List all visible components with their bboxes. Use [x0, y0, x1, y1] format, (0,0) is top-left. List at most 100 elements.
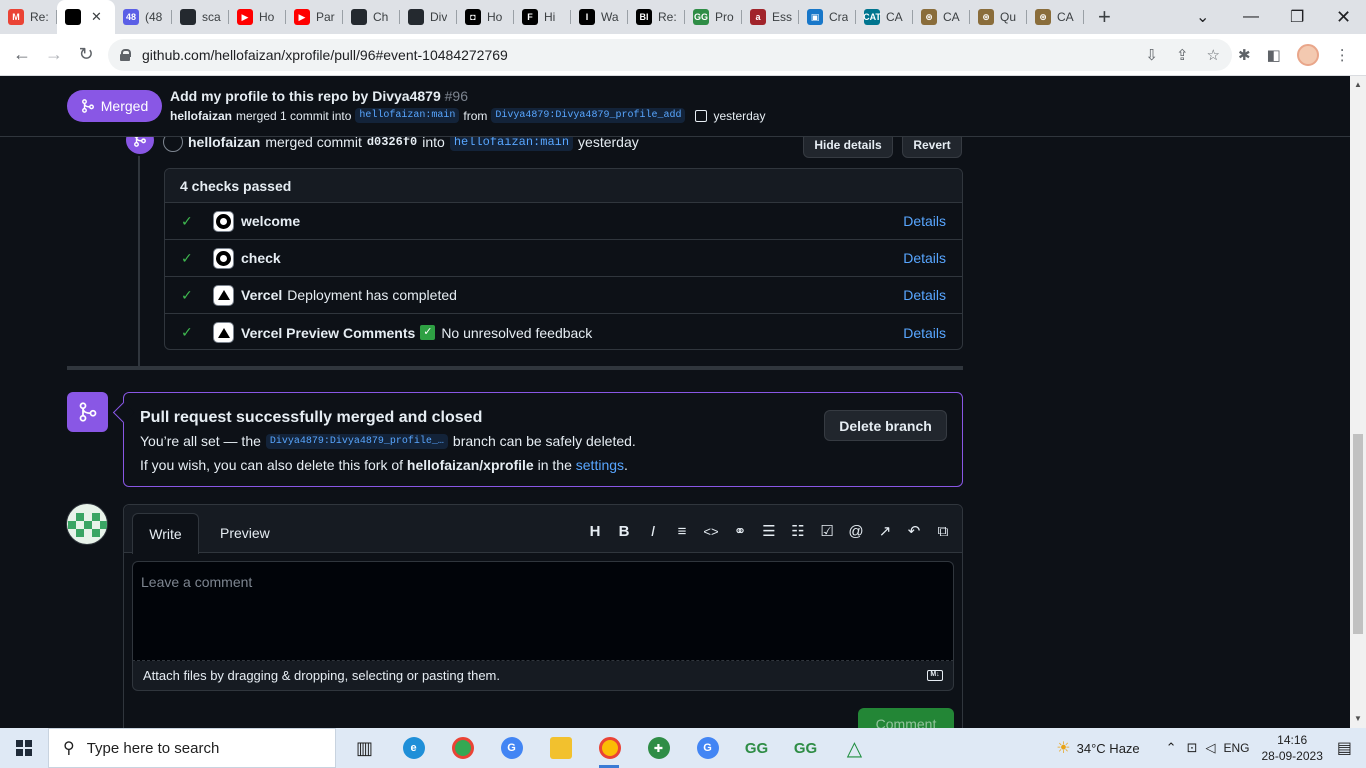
browser-tab[interactable]: M Re: — [0, 0, 57, 34]
browser-tab[interactable]: ▶ Par — [286, 0, 343, 34]
chrome-profile-icon[interactable] — [438, 728, 487, 768]
side-panel-icon[interactable]: ◧ — [1267, 46, 1281, 64]
bold-icon[interactable]: B — [615, 523, 633, 540]
geeksforgeeks-icon[interactable]: GG — [732, 728, 781, 768]
browser-tab[interactable]: 48 (48 — [115, 0, 172, 34]
attach-files-bar[interactable]: Attach files by dragging & dropping, sel… — [132, 661, 954, 691]
github-app-icon[interactable] — [213, 247, 234, 269]
check-row: ✓ check Details — [165, 240, 962, 277]
new-tab-button[interactable]: + — [1098, 4, 1111, 30]
browser-tab[interactable]: ⊛ Qu — [970, 0, 1027, 34]
back-icon[interactable]: ← — [6, 44, 38, 65]
browser-tab[interactable]: ▶ Ho — [229, 0, 286, 34]
undo-icon[interactable]: ↶ — [905, 522, 923, 540]
copy-icon[interactable] — [695, 109, 708, 122]
tab-search-icon[interactable]: ⌄ — [1196, 0, 1209, 34]
network-icon[interactable]: ⊡ — [1187, 740, 1198, 756]
bookmark-star-icon[interactable]: ☆ — [1207, 46, 1220, 64]
address-bar[interactable]: github.com/hellofaizan/xprofile/pull/96#… — [108, 39, 1232, 71]
close-window-icon[interactable]: ✕ — [1336, 0, 1351, 34]
notifications-icon[interactable]: ▤ — [1337, 738, 1352, 758]
reference-icon[interactable]: ↗ — [876, 522, 894, 540]
tab-title: CA — [886, 10, 903, 24]
edge-icon[interactable]: e — [389, 728, 438, 768]
google-drive-icon[interactable]: △ — [830, 728, 879, 768]
pr-title[interactable]: Add my profile to this repo by Divya4879… — [170, 88, 468, 104]
extensions-icon[interactable]: ✱ — [1238, 46, 1251, 64]
menu-icon[interactable]: ⋮ — [1335, 46, 1350, 64]
vercel-app-icon[interactable] — [213, 284, 234, 306]
google-icon[interactable]: G — [487, 728, 536, 768]
bulleted-list-icon[interactable]: ☰ — [760, 522, 778, 540]
restore-icon[interactable]: ❐ — [1290, 0, 1304, 34]
check-details-link[interactable]: Details — [903, 213, 946, 229]
browser-tab[interactable]: GG Pro — [685, 0, 742, 34]
browser-tab[interactable]: a Ess — [742, 0, 799, 34]
user-avatar[interactable] — [66, 503, 108, 545]
github-app-icon[interactable] — [213, 210, 234, 232]
fullscreen-icon[interactable]: ⧉ — [934, 523, 952, 540]
taskbar-search[interactable]: ⚲ Type here to search — [48, 728, 336, 768]
markdown-icon[interactable]: M↓ — [927, 670, 943, 681]
browser-tab[interactable]: ◘ Ho — [457, 0, 514, 34]
app-icon[interactable]: ✚ — [634, 728, 683, 768]
branch-ref[interactable]: Divya4879:Divya4879_profile_… — [265, 433, 448, 449]
merger-link[interactable]: hellofaizan — [170, 109, 232, 123]
browser-tab[interactable]: BI Re: — [628, 0, 685, 34]
tab-close-icon[interactable]: ✕ — [91, 9, 102, 25]
browser-tab[interactable]: ⊛ CA — [913, 0, 970, 34]
share-icon[interactable]: ⇪ — [1176, 46, 1189, 64]
head-ref[interactable]: Divya4879:Divya4879_profile_add — [491, 108, 686, 123]
lock-icon[interactable] — [120, 49, 131, 61]
base-ref[interactable]: hellofaizan:main — [355, 108, 460, 123]
vercel-app-icon[interactable] — [213, 322, 234, 343]
check-details-link[interactable]: Details — [903, 325, 946, 341]
tab-write[interactable]: Write — [132, 513, 199, 554]
quote-icon[interactable]: ≡ — [673, 523, 691, 540]
link-icon[interactable]: ⚭ — [731, 522, 749, 540]
weather-icon[interactable]: ☀ — [1056, 738, 1070, 758]
mention-icon[interactable]: @ — [847, 523, 865, 540]
url-text[interactable]: github.com/hellofaizan/xprofile/pull/96#… — [142, 47, 508, 63]
comment-textarea[interactable]: Leave a comment — [132, 561, 954, 661]
chrome-active-icon[interactable] — [585, 728, 634, 768]
task-view-icon[interactable]: ▥ — [340, 728, 389, 768]
forward-icon[interactable]: → — [38, 44, 70, 65]
task-list-icon[interactable]: ☑ — [818, 522, 836, 540]
heading-icon[interactable]: H — [586, 523, 604, 540]
browser-tab[interactable]: ▣ Cra — [799, 0, 856, 34]
language-indicator[interactable]: ENG — [1223, 741, 1249, 755]
check-details-link[interactable]: Details — [903, 250, 946, 266]
reload-icon[interactable]: ↻ — [70, 44, 102, 65]
browser-tab[interactable]: sca — [172, 0, 229, 34]
comment-submit-button[interactable]: Comment — [858, 708, 954, 728]
install-icon[interactable]: ⇩ — [1145, 46, 1158, 64]
browser-tab[interactable]: Div — [400, 0, 457, 34]
numbered-list-icon[interactable]: ☷ — [789, 522, 807, 540]
browser-tab[interactable]: I Wa — [571, 0, 628, 34]
delete-branch-button[interactable]: Delete branch — [824, 410, 947, 441]
browser-tab[interactable]: ⊛ CA — [1027, 0, 1084, 34]
code-icon[interactable]: <> — [702, 524, 720, 539]
clock[interactable]: 14:16 28-09-2023 — [1261, 732, 1322, 764]
show-hidden-icon[interactable]: ⌃ — [1166, 740, 1177, 756]
browser-tab[interactable]: CAT CA — [856, 0, 913, 34]
minimize-icon[interactable]: — — [1243, 0, 1259, 34]
start-button[interactable] — [0, 728, 48, 768]
browser-tab[interactable]: Ch — [343, 0, 400, 34]
tab-preview[interactable]: Preview — [220, 525, 270, 541]
italic-icon[interactable]: I — [644, 523, 662, 540]
volume-icon[interactable]: ◁ — [1205, 740, 1215, 756]
profile-avatar[interactable] — [1296, 43, 1319, 66]
check-details-link[interactable]: Details — [903, 287, 946, 303]
file-explorer-icon[interactable] — [536, 728, 585, 768]
page-scrollbar[interactable]: ▲ ▼ — [1350, 76, 1366, 728]
settings-link[interactable]: settings — [576, 457, 624, 473]
geeksforgeeks-icon-2[interactable]: GG — [781, 728, 830, 768]
google-icon-2[interactable]: G — [683, 728, 732, 768]
scrollbar-thumb[interactable] — [1353, 434, 1363, 634]
commit-sha[interactable]: d0326f0 — [367, 135, 417, 149]
browser-tab[interactable]: F Hi — [514, 0, 571, 34]
weather-text[interactable]: 34°C Haze — [1077, 741, 1140, 756]
browser-tab[interactable]: ✕ — [57, 0, 115, 34]
